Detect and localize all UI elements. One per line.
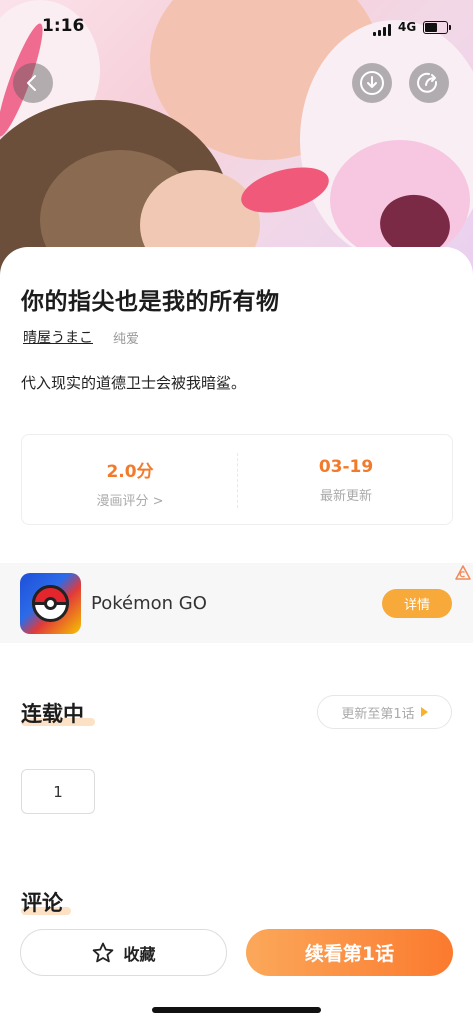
continue-reading-button[interactable]: 续看第1话 xyxy=(246,929,453,976)
comic-description: 代入现实的道德卫士会被我暗鲨。 xyxy=(21,374,247,392)
ad-choices-icon[interactable] xyxy=(453,563,473,583)
author-link[interactable]: 晴屋うまこ xyxy=(23,327,93,347)
battery-icon xyxy=(423,21,451,34)
rating-label: 漫画评分 > xyxy=(96,494,164,509)
status-bar: 1:16 4G xyxy=(0,0,473,44)
ad-detail-button[interactable]: 详情 xyxy=(382,589,452,618)
download-button[interactable] xyxy=(352,63,392,103)
back-button[interactable] xyxy=(13,63,53,103)
share-icon xyxy=(417,72,438,93)
play-triangle-icon xyxy=(420,707,428,717)
network-label: 4G xyxy=(398,20,417,34)
ad-banner[interactable]: Pokémon GO 详情 xyxy=(0,563,473,643)
update-label: 最新更新 xyxy=(319,489,372,504)
favorite-label: 收藏 xyxy=(123,944,156,964)
ad-app-name: Pokémon GO xyxy=(91,593,207,614)
download-icon xyxy=(360,71,384,95)
share-button[interactable] xyxy=(409,63,449,103)
home-indicator xyxy=(152,1007,321,1013)
signal-icon xyxy=(373,24,393,36)
update-value: 03-19 xyxy=(318,457,374,477)
rating-value: 2.0分 xyxy=(106,462,154,482)
genre-tag[interactable]: 纯爱 xyxy=(113,328,139,347)
update-pill-label: 更新至第1话 xyxy=(341,706,415,722)
comic-title: 你的指尖也是我的所有物 xyxy=(21,289,280,315)
pokemon-go-app-icon xyxy=(20,573,81,634)
update-to-chapter-button[interactable]: 更新至第1话 xyxy=(317,695,452,729)
star-icon xyxy=(93,942,114,962)
detail-card: 你的指尖也是我的所有物 晴屋うまこ 纯爱 代入现实的道德卫士会被我暗鲨。 2.0… xyxy=(0,247,473,1024)
rating-stat[interactable]: 2.0分 漫画评分 > xyxy=(22,457,238,509)
chapter-button[interactable]: 1 xyxy=(21,769,95,814)
status-time: 1:16 xyxy=(42,16,85,36)
update-stat: 03-19 最新更新 xyxy=(238,457,454,504)
favorite-button[interactable]: 收藏 xyxy=(20,929,227,976)
serial-status: 连载中 xyxy=(21,702,84,726)
bottom-action-bar: 收藏 续看第1话 xyxy=(0,913,473,1024)
chevron-left-icon xyxy=(27,75,36,91)
comic-detail-screen: 1:16 4G 你的指尖也是我的所有物 晴屋うまこ 纯爱 代入现实的道德卫士会被… xyxy=(0,0,473,1024)
stats-panel: 2.0分 漫画评分 > 03-19 最新更新 xyxy=(21,434,453,525)
